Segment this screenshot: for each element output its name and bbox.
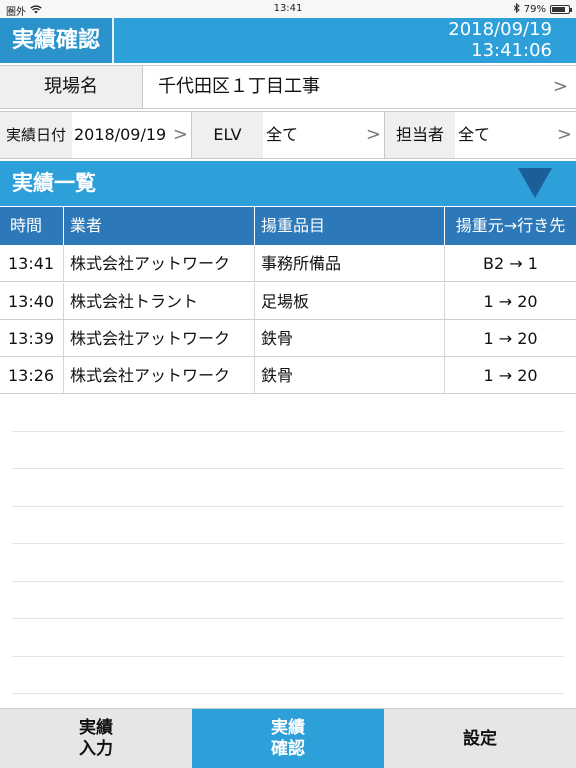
row-time: 13:40 (0, 283, 64, 319)
battery-fill (552, 7, 565, 12)
list-separator (12, 506, 564, 507)
date-filter-label: 実績日付 (0, 112, 72, 158)
site-selector[interactable]: 現場名 千代田区１丁目工事 > (0, 65, 576, 109)
row-company: 株式会社アットワーク (64, 357, 255, 393)
table-row[interactable]: 13:40 株式会社トラント 足場板 1 → 20 (0, 283, 576, 320)
elv-filter-value: 全て (266, 125, 299, 144)
column-header-time: 時間 (0, 207, 64, 245)
table-row[interactable]: 13:41 株式会社アットワーク 事務所備品 B2 → 1 (0, 245, 576, 282)
battery-icon (550, 5, 572, 14)
row-item: 足場板 (255, 283, 445, 319)
row-route: 1 → 20 (483, 329, 538, 348)
column-header-item: 揚重品目 (255, 207, 445, 245)
list-separator (12, 543, 564, 544)
row-route: B2 → 1 (483, 254, 538, 273)
list-separator (12, 693, 564, 694)
row-time: 13:26 (0, 357, 64, 393)
chevron-right-icon: > (552, 76, 568, 97)
chevron-right-icon: > (556, 124, 572, 145)
row-time: 13:39 (0, 320, 64, 356)
list-separator (12, 581, 564, 582)
tab-record-input[interactable]: 実績 入力 (0, 709, 192, 768)
column-header-company: 業者 (64, 207, 255, 245)
date-filter-selector[interactable]: 2018/09/19 > (72, 112, 192, 158)
table-row[interactable]: 13:26 株式会社アットワーク 鉄骨 1 → 20 (0, 357, 576, 394)
elv-filter-label: ELV (192, 112, 263, 158)
filter-row: 実績日付 2018/09/19 > ELV 全て > 担当者 全て > (0, 111, 576, 159)
person-filter-selector[interactable]: 全て > (455, 112, 576, 158)
row-company: 株式会社トラント (64, 283, 255, 319)
header-time: 13:41:06 (471, 40, 552, 61)
elv-filter-selector[interactable]: 全て > (263, 112, 385, 158)
row-item: 鉄骨 (255, 357, 445, 393)
section-title: 実績一覧 (12, 171, 96, 195)
app-header: 実績確認 2018/09/19 13:41:06 (0, 18, 576, 63)
tab-record-confirm[interactable]: 実績 確認 (192, 709, 384, 768)
column-header-route: 揚重元→行き先 (455, 216, 566, 235)
bluetooth-icon (513, 2, 520, 16)
bottom-tab-bar: 実績 入力 実績 確認 設定 (0, 708, 576, 768)
date-filter-value: 2018/09/19 (74, 125, 167, 144)
chevron-right-icon: > (172, 124, 188, 145)
row-item: 鉄骨 (255, 320, 445, 356)
person-filter-value: 全て (458, 125, 491, 144)
battery-percent: 79% (523, 4, 546, 15)
tab-settings[interactable]: 設定 (384, 709, 576, 768)
results-section-header: 実績一覧 (0, 161, 576, 206)
row-route: 1 → 20 (483, 292, 538, 311)
person-filter-label: 担当者 (385, 112, 455, 158)
row-company: 株式会社アットワーク (64, 245, 255, 281)
header-datetime: 2018/09/19 13:41:06 (448, 19, 552, 61)
chevron-right-icon: > (365, 124, 381, 145)
list-separator (12, 656, 564, 657)
triangle-down-icon[interactable] (518, 168, 552, 198)
list-separator (12, 618, 564, 619)
table-header: 時間 業者 揚重品目 揚重元→行き先 (0, 207, 576, 245)
row-route: 1 → 20 (483, 366, 538, 385)
site-value[interactable]: 千代田区１丁目工事 (158, 66, 320, 108)
list-separator (12, 431, 564, 432)
header-date: 2018/09/19 (448, 19, 552, 40)
row-time: 13:41 (0, 245, 64, 281)
table-row[interactable]: 13:39 株式会社アットワーク 鉄骨 1 → 20 (0, 320, 576, 357)
status-time: 13:41 (273, 3, 303, 14)
site-label: 現場名 (0, 66, 143, 108)
row-company: 株式会社アットワーク (64, 320, 255, 356)
status-bar: 圏外 13:41 79% (0, 0, 576, 18)
row-item: 事務所備品 (255, 245, 445, 281)
list-separator (12, 468, 564, 469)
page-title: 実績確認 (0, 18, 114, 63)
